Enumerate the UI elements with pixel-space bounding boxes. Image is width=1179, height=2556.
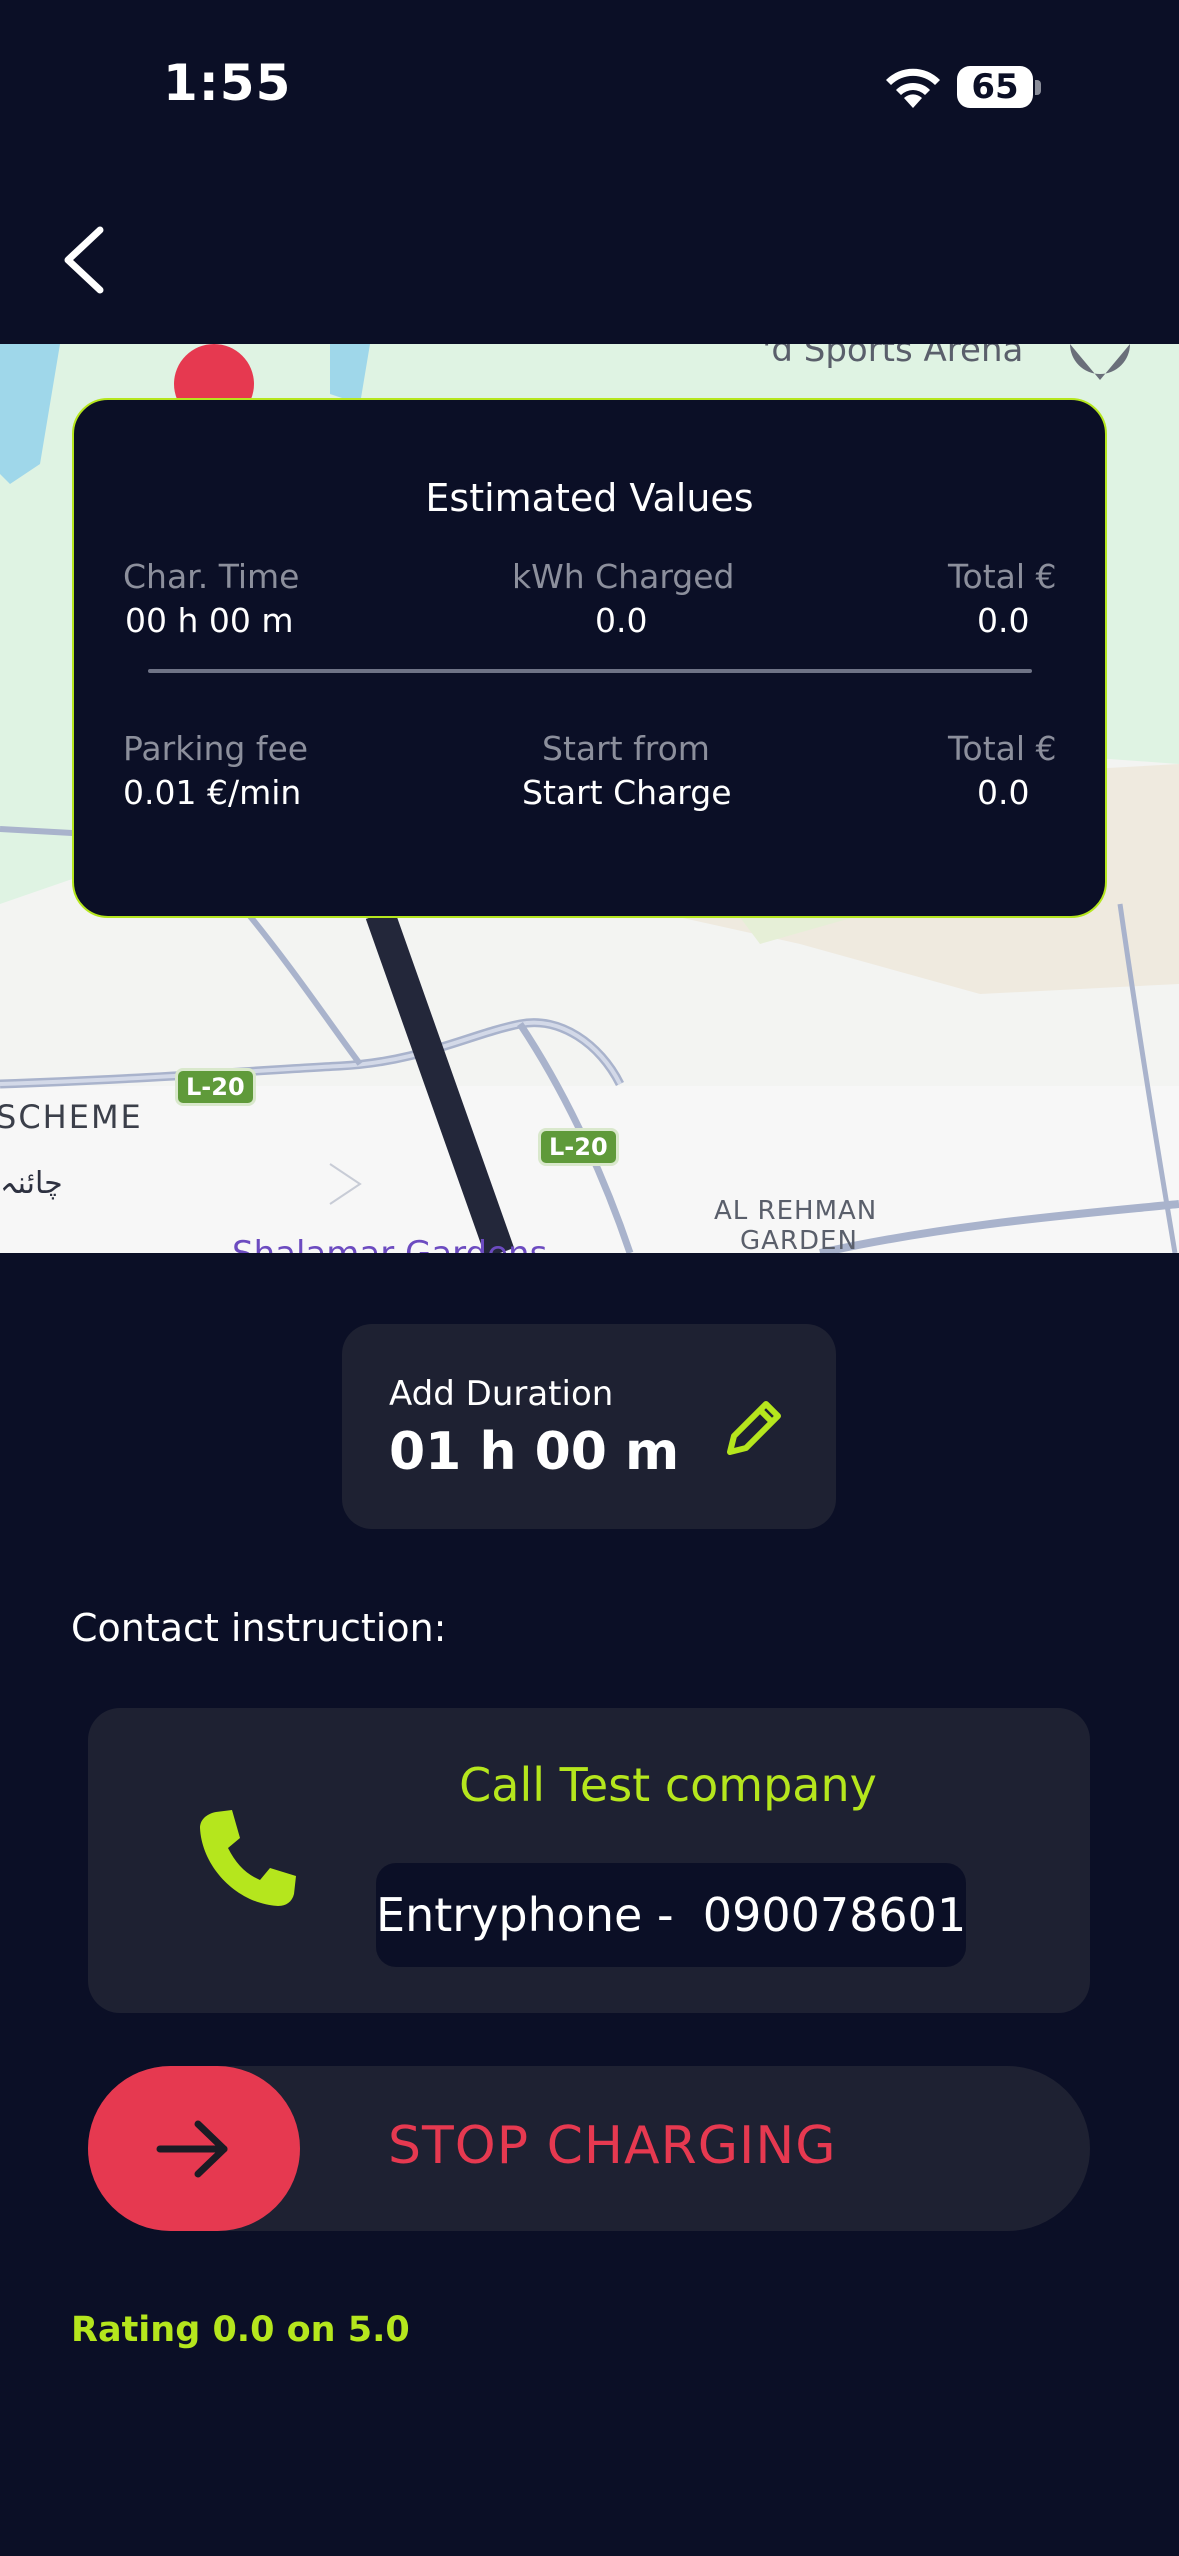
map-label-arena: 'd Sports Arena: [762, 344, 1024, 370]
stop-charging-slider[interactable]: STOP CHARGING: [88, 2066, 1090, 2231]
contact-instruction-heading: Contact instruction:: [71, 1606, 447, 1650]
wifi-icon: [886, 68, 940, 108]
rating-text: Rating 0.0 on 5.0: [71, 2310, 410, 2350]
status-time: 1:55: [163, 54, 292, 112]
start-from-value: Start Charge: [522, 773, 732, 812]
call-company-title[interactable]: Call Test company: [388, 1758, 948, 1812]
map-label-al-rehman: AL REHMAN: [714, 1196, 878, 1226]
parking-total-label: Total €: [948, 729, 1057, 768]
map-label-urdu: چائنہ: [0, 1166, 63, 1201]
stop-charging-handle[interactable]: [88, 2066, 300, 2231]
back-button[interactable]: [50, 220, 120, 300]
pencil-icon[interactable]: [722, 1394, 788, 1460]
total-euro-label: Total €: [948, 557, 1057, 596]
status-bar: 1:55 65: [0, 0, 1179, 150]
estimated-divider: [148, 669, 1032, 673]
phone-number[interactable]: Entryphone - 090078601: [376, 1863, 966, 1967]
stop-charging-label: STOP CHARGING: [388, 2116, 837, 2176]
parking-total-value: 0.0: [977, 773, 1030, 812]
start-from-label: Start from: [542, 729, 710, 768]
map-label-scheme: SCHEME: [0, 1098, 143, 1136]
add-duration-label: Add Duration: [389, 1374, 614, 1414]
estimated-values-card: Estimated Values Char. Time 00 h 00 m kW…: [72, 398, 1107, 918]
parking-fee-label: Parking fee: [123, 729, 309, 768]
chevron-left-icon: [64, 226, 104, 294]
kwh-charged-value: 0.0: [595, 601, 648, 640]
char-time-label: Char. Time: [123, 557, 300, 596]
battery-cap: [1035, 80, 1041, 95]
char-time-value: 00 h 00 m: [125, 601, 294, 640]
kwh-charged-label: kWh Charged: [512, 557, 735, 596]
add-duration-button[interactable]: Add Duration 01 h 00 m: [342, 1324, 836, 1529]
parking-fee-value: 0.01 €/min: [123, 773, 302, 812]
road-badge-l20: L-20: [175, 1068, 256, 1106]
contact-card[interactable]: Call Test company Entryphone - 090078601: [88, 1708, 1090, 2013]
total-euro-value: 0.0: [977, 601, 1030, 640]
map-label-garden: GARDEN: [740, 1226, 858, 1253]
duration-value: 01 h 00 m: [389, 1422, 680, 1482]
estimated-values-title: Estimated Values: [425, 476, 754, 520]
battery-icon: 65: [957, 66, 1033, 108]
map-label-shalamar: Shalamar Gardens: [232, 1234, 547, 1253]
arrow-right-icon: [156, 2120, 228, 2178]
phone-icon[interactable]: [198, 1808, 298, 1908]
road-badge-l20: L-20: [538, 1128, 619, 1166]
